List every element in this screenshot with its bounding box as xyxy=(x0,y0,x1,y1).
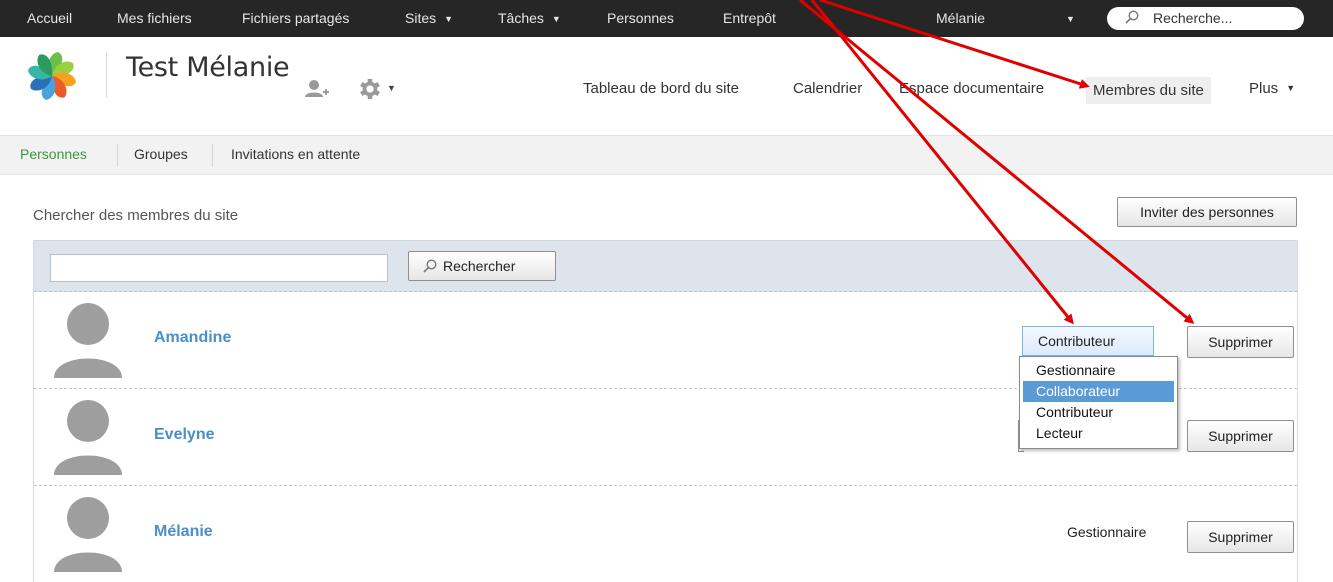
remove-member-button[interactable]: Supprimer xyxy=(1187,326,1294,358)
nav-mes-fichiers[interactable]: Mes fichiers xyxy=(117,0,192,37)
member-search-input[interactable] xyxy=(50,254,388,282)
nav-personnes[interactable]: Personnes xyxy=(607,0,674,37)
site-nav-membres-du-site[interactable]: Membres du site xyxy=(1086,77,1211,104)
search-button[interactable]: Rechercher xyxy=(408,251,556,281)
search-members-label: Chercher des membres du site xyxy=(33,207,239,224)
role-option-contributeur[interactable]: Contributeur xyxy=(1023,402,1174,423)
user-menu-chevron[interactable]: ▼ xyxy=(1066,0,1075,37)
site-nav-plus[interactable]: Plus ▼ xyxy=(1249,80,1295,97)
nav-sites[interactable]: Sites ▼ xyxy=(405,0,453,37)
header-divider xyxy=(106,53,107,97)
chevron-down-icon: ▼ xyxy=(444,14,454,24)
subnav-divider xyxy=(117,144,118,167)
search-icon xyxy=(1125,10,1139,24)
role-option-lecteur[interactable]: Lecteur xyxy=(1023,423,1174,444)
members-subnav: Personnes Groupes Invitations en attente xyxy=(0,135,1333,175)
role-option-collaborateur[interactable]: Collaborateur xyxy=(1023,381,1174,402)
user-add-icon[interactable] xyxy=(305,79,329,99)
chevron-down-icon[interactable]: ▼ xyxy=(387,83,396,93)
chevron-down-icon: ▼ xyxy=(1286,83,1296,93)
top-navigation-bar: Accueil Mes fichiers Fichiers partagés S… xyxy=(0,0,1333,37)
member-search-bar: Rechercher xyxy=(34,240,1297,292)
nav-accueil[interactable]: Accueil xyxy=(27,0,72,37)
site-nav-calendrier[interactable]: Calendrier xyxy=(793,80,862,97)
invite-people-button[interactable]: Inviter des personnes xyxy=(1117,197,1297,227)
site-nav-tableau-de-bord[interactable]: Tableau de bord du site xyxy=(583,80,739,97)
nav-taches-label: Tâches xyxy=(498,10,544,26)
role-option-gestionnaire[interactable]: Gestionnaire xyxy=(1023,360,1174,381)
avatar-icon xyxy=(54,497,122,572)
global-search-placeholder: Recherche... xyxy=(1153,10,1233,26)
subnav-divider xyxy=(212,144,213,167)
member-name[interactable]: Amandine xyxy=(154,329,231,347)
nav-taches[interactable]: Tâches ▼ xyxy=(498,0,561,37)
site-nav-plus-label: Plus xyxy=(1249,80,1279,97)
members-panel: Rechercher Amandine Supprimer Evelyne Su… xyxy=(33,240,1298,582)
global-search-box[interactable]: Recherche... xyxy=(1107,7,1304,30)
subnav-invitations[interactable]: Invitations en attente xyxy=(231,146,360,162)
chevron-down-icon: ▼ xyxy=(551,14,561,24)
search-button-label: Rechercher xyxy=(443,258,516,274)
subnav-personnes[interactable]: Personnes xyxy=(20,146,87,162)
gear-icon[interactable] xyxy=(358,78,382,100)
alfresco-logo xyxy=(28,52,76,100)
chevron-down-icon: ▼ xyxy=(1066,14,1075,24)
site-nav-espace-documentaire[interactable]: Espace documentaire xyxy=(899,80,1044,97)
role-dropdown-list: Gestionnaire Collaborateur Contributeur … xyxy=(1019,356,1178,449)
remove-member-button[interactable]: Supprimer xyxy=(1187,521,1294,553)
avatar-icon xyxy=(54,400,122,475)
member-role-text: Gestionnaire xyxy=(1067,524,1147,540)
avatar-icon xyxy=(54,303,122,378)
search-icon xyxy=(423,259,437,273)
member-name[interactable]: Mélanie xyxy=(154,523,213,541)
nav-fichiers-partages[interactable]: Fichiers partagés xyxy=(242,0,349,37)
member-row: Mélanie Gestionnaire Supprimer xyxy=(34,486,1297,582)
site-title: Test Mélanie xyxy=(126,52,290,83)
role-select[interactable]: Contributeur xyxy=(1022,326,1154,356)
nav-entrepot[interactable]: Entrepôt xyxy=(723,0,776,37)
remove-member-button[interactable]: Supprimer xyxy=(1187,420,1294,452)
nav-sites-label: Sites xyxy=(405,10,437,26)
user-menu-label[interactable]: Mélanie xyxy=(936,0,985,37)
subnav-groupes[interactable]: Groupes xyxy=(134,146,188,162)
member-name[interactable]: Evelyne xyxy=(154,426,214,444)
